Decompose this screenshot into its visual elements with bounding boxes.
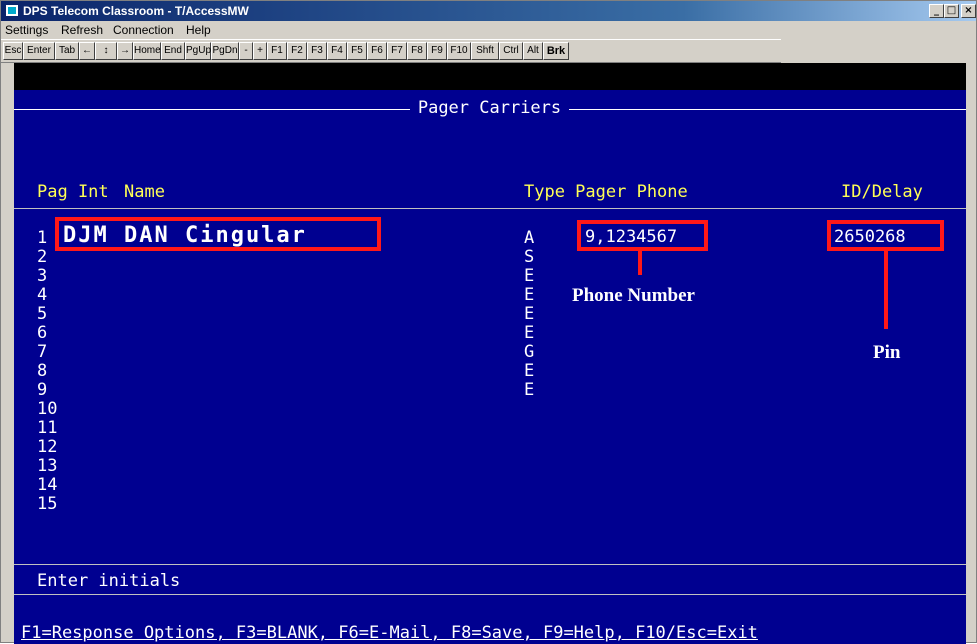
status-divider-top: [14, 564, 966, 565]
row-number: 15: [37, 494, 58, 514]
menu-connection[interactable]: Connection: [113, 23, 174, 37]
key-right[interactable]: →: [117, 42, 133, 60]
row-number: 13: [37, 456, 58, 476]
key-f10[interactable]: F10: [447, 42, 471, 60]
highlight-id-box: [827, 220, 944, 251]
key-left[interactable]: ←: [79, 42, 95, 60]
key-pgdn[interactable]: PgDn: [211, 42, 239, 60]
screen-title: Pager Carriers: [409, 98, 570, 118]
key-f6[interactable]: F6: [367, 42, 387, 60]
row-number: 11: [37, 418, 58, 438]
highlight-name-box: [55, 217, 381, 251]
row-number: 5: [37, 304, 48, 324]
key-f7[interactable]: F7: [387, 42, 407, 60]
menu-help[interactable]: Help: [186, 23, 211, 37]
key-end[interactable]: End: [161, 42, 185, 60]
row-number: 10: [37, 399, 58, 419]
key-minus[interactable]: -: [239, 42, 253, 60]
highlight-phone-box: [577, 220, 708, 251]
key-f1[interactable]: F1: [267, 42, 287, 60]
function-key-bar: F1=Response Options, F3=BLANK, F6=E-Mail…: [14, 622, 966, 644]
key-enter[interactable]: Enter: [23, 42, 55, 60]
key-updown[interactable]: ↕: [95, 42, 117, 60]
key-alt[interactable]: Alt: [523, 42, 543, 60]
key-f5[interactable]: F5: [347, 42, 367, 60]
maximize-button[interactable]: □: [944, 4, 959, 18]
title-bar: DPS Telecom Classroom - T/AccessMW _ □ ×: [1, 1, 976, 21]
status-divider: [14, 594, 966, 595]
type-cell[interactable]: E: [524, 286, 534, 305]
header-type-pager-phone: Type Pager Phone: [524, 182, 688, 202]
key-pgup[interactable]: PgUp: [185, 42, 211, 60]
type-cell[interactable]: A: [524, 229, 534, 248]
type-cell[interactable]: E: [524, 324, 534, 343]
type-cell[interactable]: E: [524, 362, 534, 381]
row-number: 12: [37, 437, 58, 457]
row-number: 8: [37, 361, 48, 381]
app-window: DPS Telecom Classroom - T/AccessMW _ □ ×…: [0, 0, 977, 644]
key-toolbar: Esc Enter Tab ← ↕ → Home End PgUp PgDn -…: [1, 39, 781, 63]
header-name: Name: [124, 182, 165, 202]
screen-title-wrap: Pager Carriers: [1, 98, 977, 118]
annotation-pin: Pin: [873, 342, 901, 363]
function-key-legend: F1=Response Options, F3=BLANK, F6=E-Mail…: [21, 623, 758, 643]
type-cell[interactable]: S: [524, 248, 534, 267]
key-plus[interactable]: +: [253, 42, 267, 60]
annotation-phone-number: Phone Number: [572, 285, 695, 306]
row-number: 14: [37, 475, 58, 495]
window-title: DPS Telecom Classroom - T/AccessMW: [23, 4, 249, 18]
key-f9[interactable]: F9: [427, 42, 447, 60]
key-brk[interactable]: Brk: [543, 42, 569, 60]
type-cell[interactable]: G: [524, 343, 534, 362]
key-f3[interactable]: F3: [307, 42, 327, 60]
header-id-delay: ID/Delay: [841, 182, 923, 202]
type-cell[interactable]: E: [524, 305, 534, 324]
key-ctrl[interactable]: Ctrl: [499, 42, 523, 60]
row-number: 4: [37, 285, 48, 305]
terminal-screen[interactable]: [14, 90, 966, 644]
key-esc[interactable]: Esc: [3, 42, 23, 60]
menu-refresh[interactable]: Refresh: [61, 23, 103, 37]
row-number: 1: [37, 228, 48, 248]
row-number: 3: [37, 266, 48, 286]
type-cell[interactable]: E: [524, 381, 534, 400]
menu-settings[interactable]: Settings: [5, 23, 48, 37]
close-button[interactable]: ×: [961, 4, 976, 18]
minimize-icon: _: [934, 5, 939, 16]
minimize-button[interactable]: _: [929, 4, 944, 18]
key-f2[interactable]: F2: [287, 42, 307, 60]
key-f4[interactable]: F4: [327, 42, 347, 60]
row-number: 2: [37, 247, 48, 267]
close-icon: ×: [964, 5, 973, 16]
maximize-icon: □: [946, 5, 957, 16]
header-pag-int: Pag Int: [37, 182, 109, 202]
row-number: 7: [37, 342, 48, 362]
terminal-top-band: [14, 63, 966, 90]
type-cell[interactable]: E: [524, 267, 534, 286]
key-shift[interactable]: Shft: [471, 42, 499, 60]
row-number: 9: [37, 380, 48, 400]
phone-callout-line: [638, 251, 642, 275]
row-number: 6: [37, 323, 48, 343]
key-tab[interactable]: Tab: [55, 42, 79, 60]
status-prompt: Enter initials: [37, 571, 181, 591]
header-divider: [14, 208, 966, 209]
app-icon: [5, 4, 19, 17]
key-home[interactable]: Home: [133, 42, 161, 60]
key-f8[interactable]: F8: [407, 42, 427, 60]
pin-callout-line: [884, 251, 888, 329]
